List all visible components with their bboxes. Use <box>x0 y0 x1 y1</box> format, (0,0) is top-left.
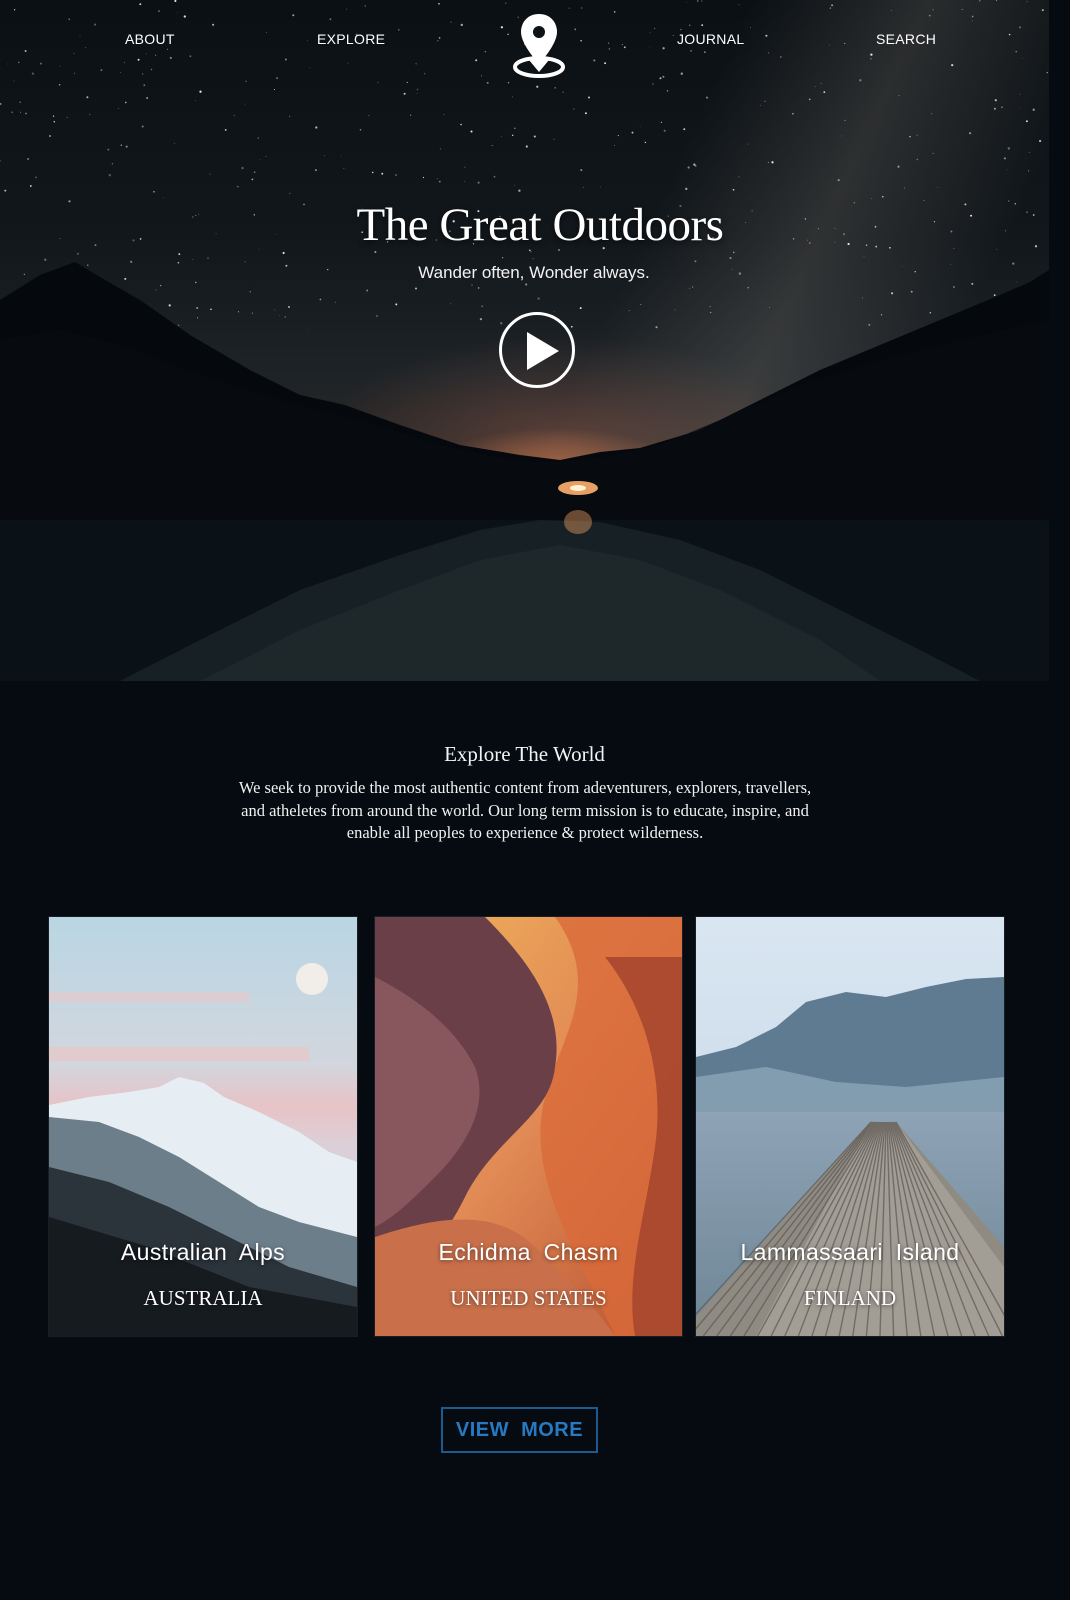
card-title: Australian Alps <box>120 1239 286 1265</box>
hero-title: The Great Outdoors <box>356 199 724 251</box>
map-pin-icon[interactable] <box>511 12 567 78</box>
nav-search-link[interactable]: SEARCH <box>876 31 936 47</box>
card-title: Lammassaari Island <box>740 1239 960 1265</box>
destination-card-australian-alps[interactable]: Australian Alps AUSTRALIA <box>49 917 357 1336</box>
nav-explore-link[interactable]: EXPLORE <box>317 31 385 47</box>
lake-pier-photo <box>696 917 1004 1336</box>
play-icon <box>527 332 559 370</box>
intro-heading: Explore The World <box>444 742 605 766</box>
card-country: UNITED STATES <box>450 1286 607 1310</box>
nav-about-link[interactable]: ABOUT <box>125 31 175 47</box>
intro-paragraph: We seek to provide the most authentic co… <box>238 778 812 842</box>
play-video-button[interactable] <box>499 312 575 388</box>
card-country: FINLAND <box>803 1286 897 1310</box>
hero-subtitle: Wander often, Wonder always. <box>418 263 650 282</box>
destination-card-lammassaari-island[interactable]: Lammassaari Island FINLAND <box>696 917 1004 1336</box>
card-country: AUSTRALIA <box>143 1286 263 1310</box>
hero-section: ABOUT EXPLORE JOURNAL SEARCH The Great O… <box>0 0 1049 681</box>
view-more-button[interactable]: VIEW MORE <box>441 1407 598 1453</box>
canyon-photo <box>375 917 682 1336</box>
destination-card-echidma-chasm[interactable]: Echidma Chasm UNITED STATES <box>375 917 682 1336</box>
mountain-photo <box>49 917 357 1336</box>
card-title: Echidma Chasm <box>438 1239 619 1265</box>
nav-journal-link[interactable]: JOURNAL <box>677 31 744 47</box>
